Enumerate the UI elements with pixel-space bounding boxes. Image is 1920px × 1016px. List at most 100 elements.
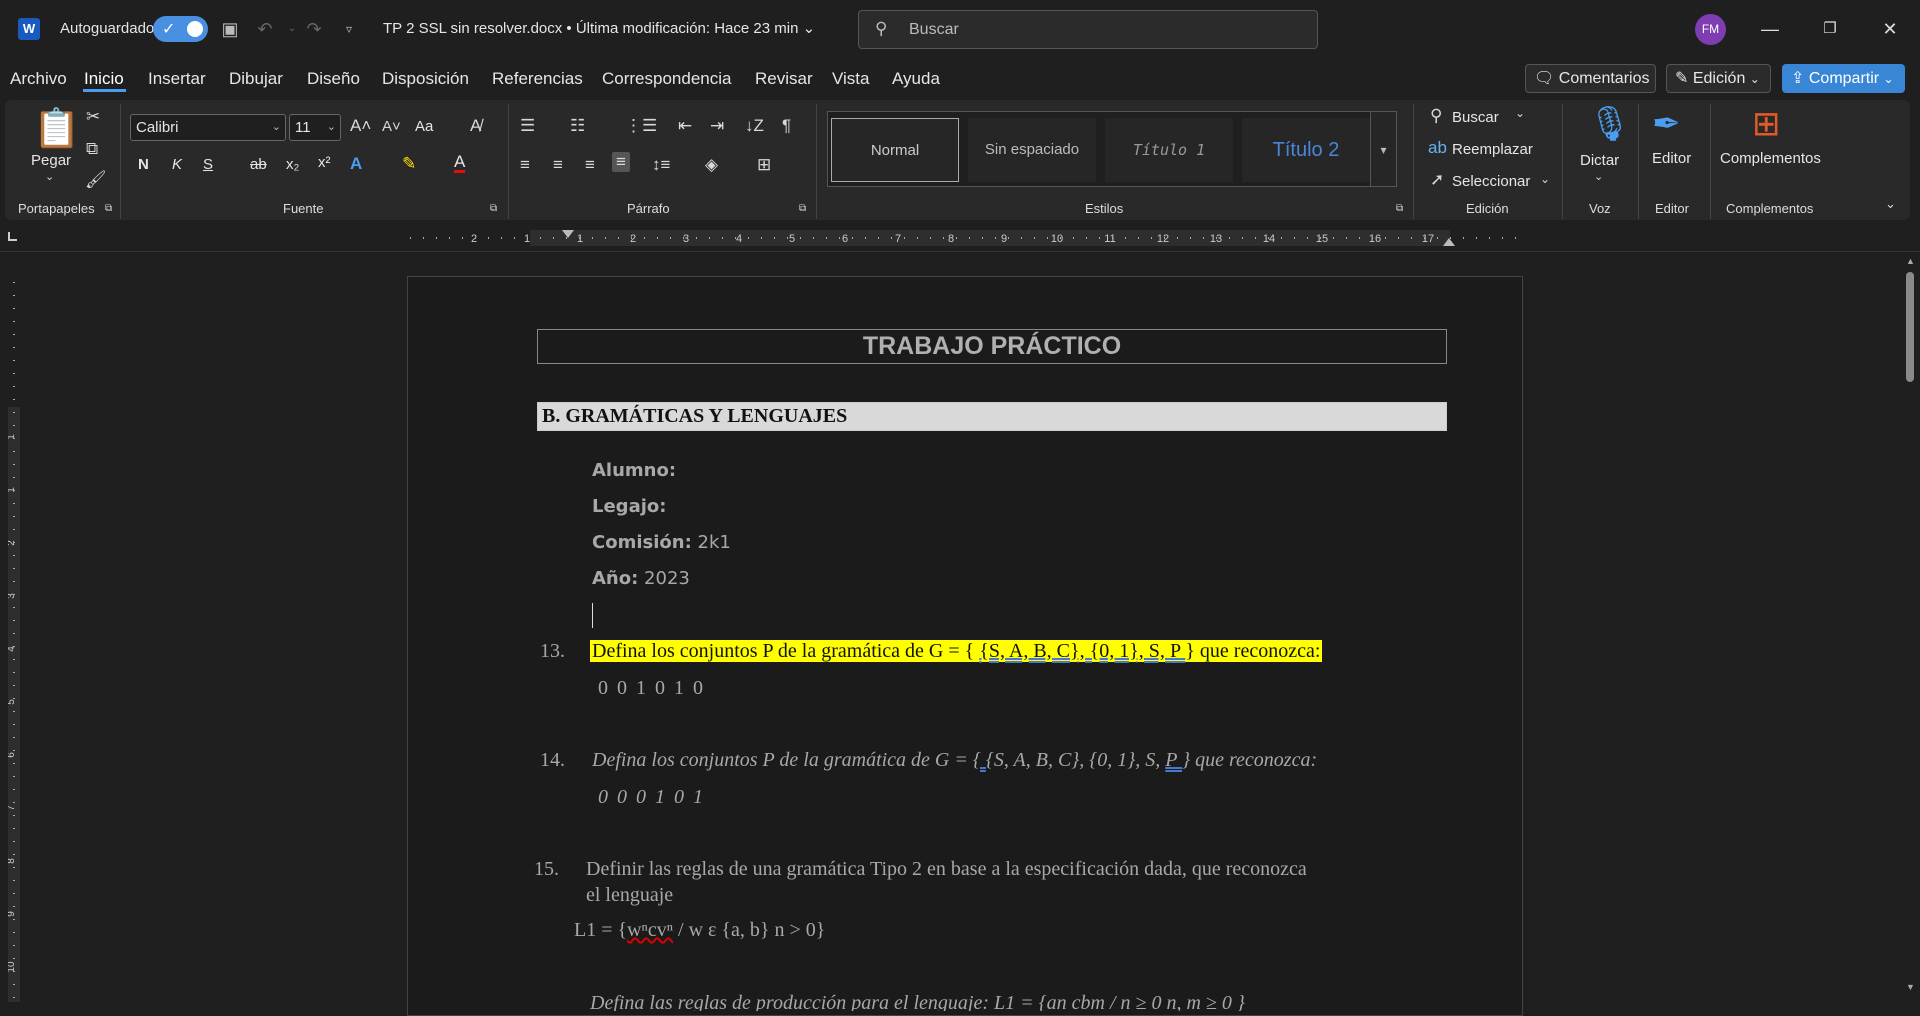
change-case-button[interactable]: Aa — [415, 118, 433, 135]
close-icon[interactable]: ✕ — [1870, 14, 1910, 44]
style-no-spacing[interactable]: Sin espaciado — [968, 118, 1096, 182]
styles-more-icon[interactable]: ▾ — [1370, 111, 1397, 187]
comments-button[interactable]: 🗨 Comentarios — [1525, 64, 1656, 93]
tab-dibujar[interactable]: Dibujar — [229, 69, 283, 89]
format-painter-icon[interactable]: 🖌 — [85, 170, 107, 190]
document-title-text: TP 2 SSL sin resolver.docx • Última modi… — [383, 20, 799, 37]
dialog-launcher-icon[interactable]: ⧉ — [799, 203, 806, 214]
document-title[interactable]: TP 2 SSL sin resolver.docx • Última modi… — [383, 19, 815, 37]
autosave-toggle[interactable]: ✓ — [153, 16, 208, 42]
tab-archivo[interactable]: Archivo — [10, 69, 67, 89]
redo-icon[interactable]: ↷ — [302, 17, 326, 41]
editor-pen-icon[interactable]: ✒ — [1652, 104, 1681, 144]
paste-label[interactable]: Pegar — [31, 152, 71, 169]
scroll-thumb[interactable] — [1906, 272, 1914, 382]
subscript-button[interactable]: x₂ — [286, 156, 299, 173]
scroll-down-icon[interactable]: ▼ — [1906, 982, 1915, 992]
restore-icon[interactable]: ❐ — [1810, 14, 1850, 44]
superscript-button[interactable]: x² — [318, 154, 331, 171]
search-input[interactable] — [909, 19, 1289, 41]
dialog-launcher-icon[interactable]: ⧉ — [490, 203, 497, 214]
dialog-launcher-icon[interactable]: ⧉ — [105, 203, 112, 214]
avatar[interactable]: FM — [1695, 14, 1726, 45]
scroll-up-icon[interactable]: ▲ — [1906, 256, 1915, 266]
multilevel-list-icon[interactable]: ⋮☰ — [625, 116, 657, 136]
tab-revisar[interactable]: Revisar — [755, 69, 813, 89]
undo-dropdown-icon[interactable]: ⌄ — [280, 17, 304, 41]
save-icon[interactable]: ▣ — [218, 17, 242, 41]
replace-button[interactable]: Reemplazar — [1452, 141, 1533, 158]
chevron-down-icon[interactable]: ⌄ — [1594, 170, 1603, 183]
strikethrough-button[interactable]: ab — [250, 156, 267, 173]
collapse-ribbon-icon[interactable]: ⌄ — [1885, 196, 1896, 212]
customize-toolbar-icon[interactable]: ▿ — [337, 17, 361, 41]
highlight-icon[interactable]: ✎ — [402, 154, 416, 174]
text-effects-icon[interactable]: A — [350, 154, 362, 174]
editing-mode-button[interactable]: ✎ Edición ⌄ — [1666, 64, 1771, 93]
shading-icon[interactable]: ◈ — [705, 155, 718, 175]
vertical-ruler-tick — [13, 321, 15, 322]
italic-button[interactable]: K — [172, 156, 182, 173]
editor-button[interactable]: Editor — [1652, 150, 1691, 167]
sort-icon[interactable]: ↓Z — [745, 116, 764, 136]
ruler-tick — [631, 237, 632, 239]
tab-disposicion[interactable]: Disposición — [382, 69, 469, 89]
chevron-down-icon[interactable]: ⌄ — [1540, 172, 1550, 186]
q14-part: P — [1165, 749, 1183, 771]
find-button[interactable]: Buscar — [1452, 109, 1499, 126]
decrease-indent-icon[interactable]: ⇤ — [678, 116, 692, 136]
style-heading-1[interactable]: Título 1 — [1105, 118, 1233, 182]
select-icon[interactable]: ➚ — [1430, 170, 1444, 190]
ruler-tick — [1151, 237, 1152, 239]
line-spacing-icon[interactable]: ↕≡ — [652, 155, 670, 175]
cut-icon[interactable]: ✂ — [86, 107, 100, 127]
search-box[interactable]: ⚲ — [858, 10, 1318, 49]
underline-button[interactable]: S — [203, 156, 213, 173]
ruler-tick — [852, 237, 853, 239]
tab-stop-selector-icon[interactable] — [8, 232, 17, 241]
font-color-icon[interactable]: A — [454, 153, 466, 173]
share-button[interactable]: ⇪ Compartir ⌄ — [1782, 64, 1905, 93]
clear-formatting-icon[interactable]: A̸ — [470, 116, 481, 136]
tab-ayuda[interactable]: Ayuda — [892, 69, 940, 89]
vertical-scrollbar[interactable]: ▲ ▼ — [1902, 252, 1920, 1011]
tab-insertar[interactable]: Insertar — [148, 69, 206, 89]
style-heading-2[interactable]: Título 2 — [1242, 118, 1370, 182]
align-center-icon[interactable]: ≡ — [553, 155, 563, 175]
bullets-icon[interactable]: ☰ — [520, 116, 535, 136]
dictate-button[interactable]: Dictar — [1580, 152, 1619, 169]
paste-icon[interactable]: 📋 — [33, 107, 80, 151]
copy-icon[interactable]: ⧉ — [86, 139, 98, 159]
undo-icon[interactable]: ↶ — [253, 17, 277, 41]
justify-icon[interactable]: ≡ — [612, 152, 630, 172]
align-left-icon[interactable]: ≡ — [520, 155, 530, 175]
microphone-icon[interactable]: 🎙 — [1588, 104, 1631, 144]
minimize-icon[interactable]: — — [1750, 14, 1790, 44]
font-family-select[interactable]: Calibri ⌄ — [130, 114, 286, 141]
addins-button[interactable]: Complementos — [1720, 150, 1821, 167]
vertical-ruler-tick — [13, 542, 15, 543]
tab-inicio[interactable]: Inicio — [84, 69, 124, 89]
tab-correspondencia[interactable]: Correspondencia — [602, 69, 731, 89]
bold-button[interactable]: N — [138, 156, 149, 173]
tab-vista[interactable]: Vista — [832, 69, 870, 89]
numbering-icon[interactable]: ☷ — [570, 116, 585, 136]
show-formatting-icon[interactable]: ¶ — [782, 116, 791, 136]
shrink-font-icon[interactable]: A˅ — [382, 118, 401, 135]
style-normal[interactable]: Normal — [831, 118, 959, 182]
select-button[interactable]: Seleccionar — [1452, 173, 1530, 190]
grow-font-icon[interactable]: A˄ — [350, 116, 371, 136]
find-icon[interactable]: ⚲ — [1430, 106, 1442, 126]
addins-grid-icon[interactable]: ⊞ — [1752, 104, 1781, 144]
chevron-down-icon[interactable]: ⌄ — [1515, 106, 1525, 120]
align-right-icon[interactable]: ≡ — [585, 155, 595, 175]
ruler-tick — [1060, 237, 1061, 239]
dialog-launcher-icon[interactable]: ⧉ — [1396, 203, 1403, 214]
tab-referencias[interactable]: Referencias — [492, 69, 583, 89]
chevron-down-icon[interactable]: ⌄ — [45, 170, 54, 183]
tab-diseno[interactable]: Diseño — [307, 69, 360, 89]
increase-indent-icon[interactable]: ⇥ — [710, 116, 724, 136]
borders-icon[interactable]: ⊞ — [757, 155, 771, 175]
replace-icon[interactable]: ab — [1428, 138, 1447, 158]
font-size-select[interactable]: 11 ⌄ — [289, 114, 341, 141]
